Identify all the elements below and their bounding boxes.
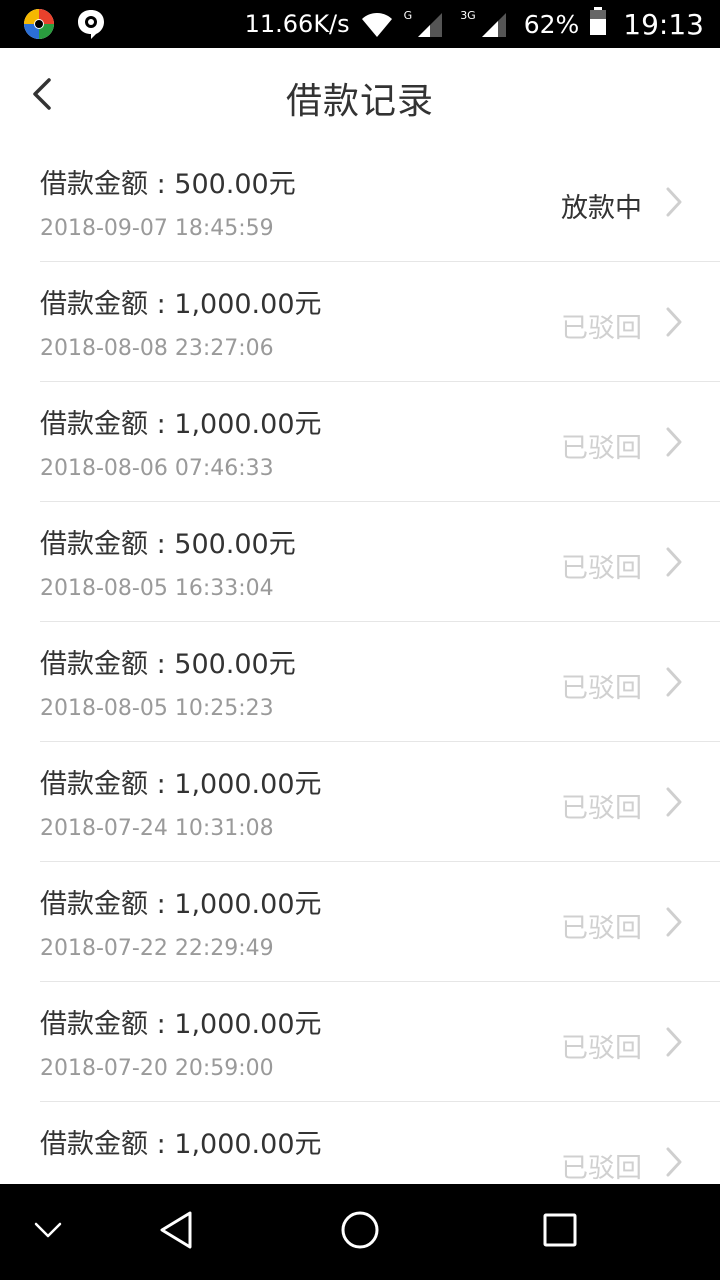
loan-amount: 借款金额 : 1,000.00元 <box>40 1129 322 1160</box>
battery-percent: 62% <box>523 9 580 39</box>
loan-timestamp: 2018-07-22 22:29:49 <box>40 936 274 961</box>
nav-back-button[interactable] <box>152 1208 200 1256</box>
app-header: 借款记录 <box>0 48 720 144</box>
list-item[interactable]: 借款金额 : 500.00元 2018-08-05 10:25:23 已驳回 <box>40 622 720 742</box>
loan-amount: 借款金额 : 500.00元 <box>40 649 296 680</box>
status-bar: 11.66K/s G 3G 62% 19:13 <box>0 0 720 48</box>
network-type-label-3g: 3G <box>460 8 476 22</box>
nav-home-button[interactable] <box>336 1208 384 1256</box>
network-type-label: G <box>403 8 413 22</box>
status-badge: 已驳回 <box>561 1033 642 1064</box>
chevron-right-icon <box>664 186 684 218</box>
chevron-right-icon <box>664 306 684 338</box>
list-item[interactable]: 借款金额 : 1,000.00元 2018-08-06 07:46:33 已驳回 <box>40 382 720 502</box>
status-badge: 已驳回 <box>561 793 642 824</box>
loan-records-list: 借款金额 : 500.00元 2018-09-07 18:45:59 放款中 借… <box>0 142 720 1184</box>
loan-amount: 借款金额 : 1,000.00元 <box>40 1009 322 1040</box>
loan-amount: 借款金额 : 1,000.00元 <box>40 409 322 440</box>
signal-3g-icon <box>480 9 514 39</box>
nav-recents-button[interactable] <box>536 1208 584 1256</box>
page-title: 借款记录 <box>285 81 434 122</box>
status-badge: 已驳回 <box>561 553 642 584</box>
status-badge: 已驳回 <box>561 433 642 464</box>
status-badge: 放款中 <box>561 193 642 224</box>
list-item[interactable]: 借款金额 : 500.00元 2018-08-05 16:33:04 已驳回 <box>40 502 720 622</box>
message-app-icon <box>74 7 108 41</box>
list-item[interactable]: 借款金额 : 1,000.00元 2018-08-08 23:27:06 已驳回 <box>40 262 720 382</box>
hide-keyboard-button[interactable] <box>24 1208 72 1256</box>
back-triangle-icon <box>158 1210 194 1254</box>
loan-amount: 借款金额 : 500.00元 <box>40 529 296 560</box>
loan-timestamp: 2018-07-20 20:59:00 <box>40 1056 274 1081</box>
system-nav-bar <box>0 1184 720 1280</box>
list-item[interactable]: 借款金额 : 1,000.00元 已驳回 <box>40 1102 720 1184</box>
chevron-right-icon <box>664 906 684 938</box>
loan-timestamp: 2018-09-07 18:45:59 <box>40 216 274 241</box>
loan-timestamp: 2018-08-05 16:33:04 <box>40 576 274 601</box>
loan-amount: 借款金额 : 1,000.00元 <box>40 289 322 320</box>
chevron-right-icon <box>664 786 684 818</box>
status-badge: 已驳回 <box>561 673 642 704</box>
list-item[interactable]: 借款金额 : 500.00元 2018-09-07 18:45:59 放款中 <box>40 142 720 262</box>
chevron-right-icon <box>664 666 684 698</box>
battery-icon <box>589 6 607 42</box>
chevron-right-icon <box>664 1026 684 1058</box>
loan-amount: 借款金额 : 1,000.00元 <box>40 889 322 920</box>
loan-timestamp: 2018-07-24 10:31:08 <box>40 816 274 841</box>
loan-timestamp: 2018-08-05 10:25:23 <box>40 696 274 721</box>
clock: 19:13 <box>623 7 704 41</box>
recents-square-icon <box>542 1212 578 1252</box>
list-item[interactable]: 借款金额 : 1,000.00元 2018-07-20 20:59:00 已驳回 <box>40 982 720 1102</box>
app-notification-icon <box>22 7 56 41</box>
chevron-down-icon <box>33 1220 63 1244</box>
list-item[interactable]: 借款金额 : 1,000.00元 2018-07-22 22:29:49 已驳回 <box>40 862 720 982</box>
loan-amount: 借款金额 : 1,000.00元 <box>40 769 322 800</box>
status-badge: 已驳回 <box>561 913 642 944</box>
status-badge: 已驳回 <box>561 313 642 344</box>
signal-icon <box>416 9 450 39</box>
loan-timestamp: 2018-08-08 23:27:06 <box>40 336 274 361</box>
chevron-right-icon <box>664 546 684 578</box>
home-circle-icon <box>340 1210 380 1254</box>
list-item[interactable]: 借款金额 : 1,000.00元 2018-07-24 10:31:08 已驳回 <box>40 742 720 862</box>
status-badge: 已驳回 <box>561 1153 642 1184</box>
chevron-right-icon <box>664 1146 684 1178</box>
wifi-icon <box>360 9 394 39</box>
loan-timestamp: 2018-08-06 07:46:33 <box>40 456 274 481</box>
network-speed: 11.66K/s <box>244 10 350 38</box>
loan-amount: 借款金额 : 500.00元 <box>40 169 296 200</box>
chevron-right-icon <box>664 426 684 458</box>
